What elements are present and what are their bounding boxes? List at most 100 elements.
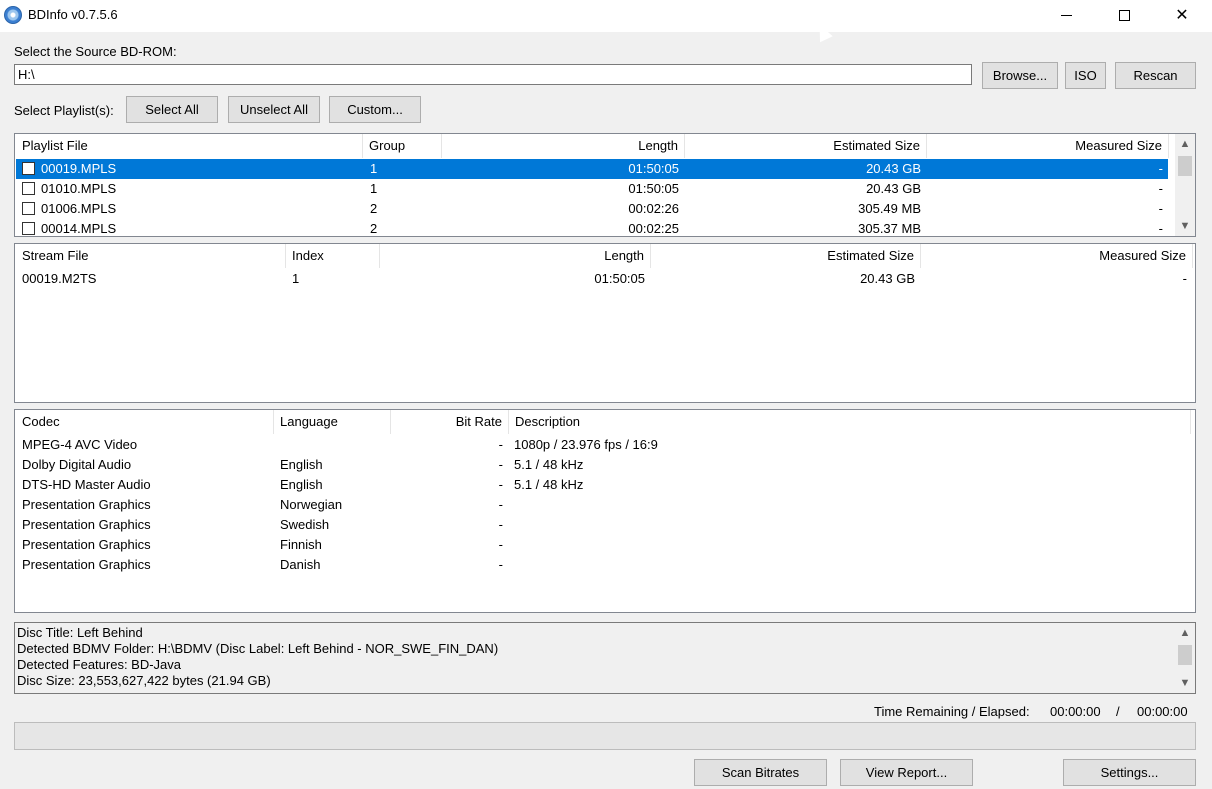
- playlist-measured-size: -: [1158, 181, 1163, 196]
- rescan-button[interactable]: Rescan: [1115, 62, 1196, 89]
- codec-name: DTS-HD Master Audio: [22, 477, 151, 492]
- select-all-button[interactable]: Select All: [126, 96, 218, 123]
- stream-list[interactable]: Stream File Index Length Estimated Size …: [14, 243, 1196, 403]
- playlist-file[interactable]: 01010.MPLS: [35, 179, 122, 199]
- codec-name: MPEG-4 AVC Video: [22, 437, 138, 452]
- playlist-group: 1: [370, 181, 378, 196]
- playlist-checkbox[interactable]: [22, 202, 35, 215]
- codec-language: Finnish: [280, 537, 322, 552]
- window-title: BDInfo v0.7.5.6: [28, 7, 118, 22]
- codec-bitrate: -: [498, 457, 503, 472]
- unselect-all-button[interactable]: Unselect All: [228, 96, 320, 123]
- stream-est-size: 20.43 GB: [860, 271, 915, 286]
- close-button[interactable]: ✕: [1153, 0, 1211, 30]
- disc-info-scrollbar[interactable]: ▲ ▼: [1175, 623, 1195, 693]
- codec-name: Dolby Digital Audio: [22, 457, 132, 472]
- playlist-measured-size: -: [1158, 161, 1163, 176]
- playlist-length: 00:02:26: [628, 201, 679, 216]
- scroll-up-icon[interactable]: ▲: [1175, 135, 1195, 153]
- codec-bitrate: -: [498, 537, 503, 552]
- disc-info-textbox[interactable]: Disc Title: Left Behind Detected BDMV Fo…: [14, 622, 1196, 694]
- playlist-length: 01:50:05: [628, 161, 679, 176]
- codec-description: 1080p / 23.976 fps / 16:9: [514, 437, 658, 452]
- playlist-length: 00:02:25: [628, 221, 679, 236]
- col-description[interactable]: Description: [509, 410, 1191, 434]
- playlist-group: 2: [370, 221, 378, 236]
- playlist-est-size: 20.43 GB: [866, 181, 921, 196]
- playlist-group: 1: [370, 161, 378, 176]
- scroll-down-icon[interactable]: ▼: [1175, 674, 1195, 692]
- playlist-length: 01:50:05: [628, 181, 679, 196]
- scan-bitrates-button[interactable]: Scan Bitrates: [694, 759, 827, 786]
- codec-language: Norwegian: [280, 497, 343, 512]
- codec-bitrate: -: [498, 437, 503, 452]
- codec-name: Presentation Graphics: [22, 497, 151, 512]
- scroll-up-icon[interactable]: ▲: [1175, 624, 1195, 642]
- custom-button[interactable]: Custom...: [329, 96, 421, 123]
- title-bar: BDInfo v0.7.5.6 ✕: [0, 0, 1212, 32]
- codec-description: 5.1 / 48 kHz: [514, 477, 584, 492]
- stream-length: 01:50:05: [594, 271, 645, 286]
- settings-button[interactable]: Settings...: [1063, 759, 1196, 786]
- scroll-thumb[interactable]: [1178, 156, 1192, 176]
- col-group[interactable]: Group: [363, 134, 442, 158]
- bluray-disc-icon: [4, 6, 22, 24]
- codec-description: 5.1 / 48 kHz: [514, 457, 584, 472]
- disc-info-line: Detected Features: BD-Java: [17, 657, 182, 672]
- col-estimated-size[interactable]: Estimated Size: [685, 134, 927, 158]
- disc-info-line: Disc Title: Left Behind: [17, 625, 143, 640]
- scroll-down-icon[interactable]: ▼: [1175, 217, 1195, 235]
- col-length[interactable]: Length: [442, 134, 685, 158]
- scroll-thumb[interactable]: [1178, 645, 1192, 665]
- stream-file[interactable]: 00019.M2TS: [16, 269, 102, 289]
- playlist-file[interactable]: 00014.MPLS: [35, 219, 122, 236]
- disc-info-line: Disc Size: 23,553,627,422 bytes (21.94 G…: [17, 673, 271, 688]
- codec-language: English: [280, 457, 323, 472]
- view-report-button[interactable]: View Report...: [840, 759, 973, 786]
- playlist-measured-size: -: [1158, 201, 1163, 216]
- codec-bitrate: -: [498, 477, 503, 492]
- col-language[interactable]: Language: [274, 410, 391, 434]
- codec-bitrate: -: [498, 497, 503, 512]
- minimize-icon: [1060, 14, 1072, 16]
- codec-language: Swedish: [280, 517, 330, 532]
- playlist-file[interactable]: 00019.MPLS: [35, 159, 122, 179]
- col-estimated-size[interactable]: Estimated Size: [651, 244, 921, 268]
- codec-bitrate: -: [498, 517, 503, 532]
- time-elapsed: 00:00:00: [1137, 704, 1188, 719]
- col-length[interactable]: Length: [380, 244, 651, 268]
- codec-list[interactable]: Codec Language Bit Rate Description MPEG…: [14, 409, 1196, 613]
- close-icon: ✕: [1175, 7, 1189, 24]
- playlist-scrollbar[interactable]: ▲ ▼: [1175, 134, 1195, 236]
- browse-button[interactable]: Browse...: [982, 62, 1058, 89]
- playlist-measured-size: -: [1158, 221, 1163, 236]
- maximize-icon: [1118, 9, 1130, 21]
- col-stream-file[interactable]: Stream File: [16, 244, 286, 268]
- minimize-button[interactable]: [1037, 0, 1095, 30]
- col-playlist-file[interactable]: Playlist File: [16, 134, 363, 158]
- stream-measured-size: -: [1182, 271, 1187, 286]
- select-playlists-label: Select Playlist(s):: [14, 103, 114, 118]
- codec-bitrate: -: [498, 557, 503, 572]
- playlist-est-size: 305.37 MB: [858, 221, 921, 236]
- playlist-list[interactable]: Playlist File Group Length Estimated Siz…: [14, 133, 1196, 237]
- col-measured-size[interactable]: Measured Size: [921, 244, 1193, 268]
- playlist-checkbox[interactable]: [22, 182, 35, 195]
- col-index[interactable]: Index: [286, 244, 380, 268]
- playlist-checkbox[interactable]: [22, 222, 35, 235]
- disc-info-line: Detected BDMV Folder: H:\BDMV (Disc Labe…: [17, 641, 499, 656]
- maximize-button[interactable]: [1095, 0, 1153, 30]
- col-codec[interactable]: Codec: [16, 410, 274, 434]
- time-label: Time Remaining / Elapsed:: [874, 704, 1030, 719]
- codec-language: Danish: [280, 557, 321, 572]
- playlist-checkbox[interactable]: [22, 162, 35, 175]
- col-bit-rate[interactable]: Bit Rate: [391, 410, 509, 434]
- playlist-group: 2: [370, 201, 378, 216]
- codec-name: Presentation Graphics: [22, 537, 151, 552]
- playlist-file[interactable]: 01006.MPLS: [35, 199, 122, 219]
- codec-language: English: [280, 477, 323, 492]
- iso-button[interactable]: ISO: [1065, 62, 1106, 89]
- codec-name: Presentation Graphics: [22, 557, 151, 572]
- source-path-input[interactable]: H:\: [14, 64, 972, 85]
- col-measured-size[interactable]: Measured Size: [927, 134, 1169, 158]
